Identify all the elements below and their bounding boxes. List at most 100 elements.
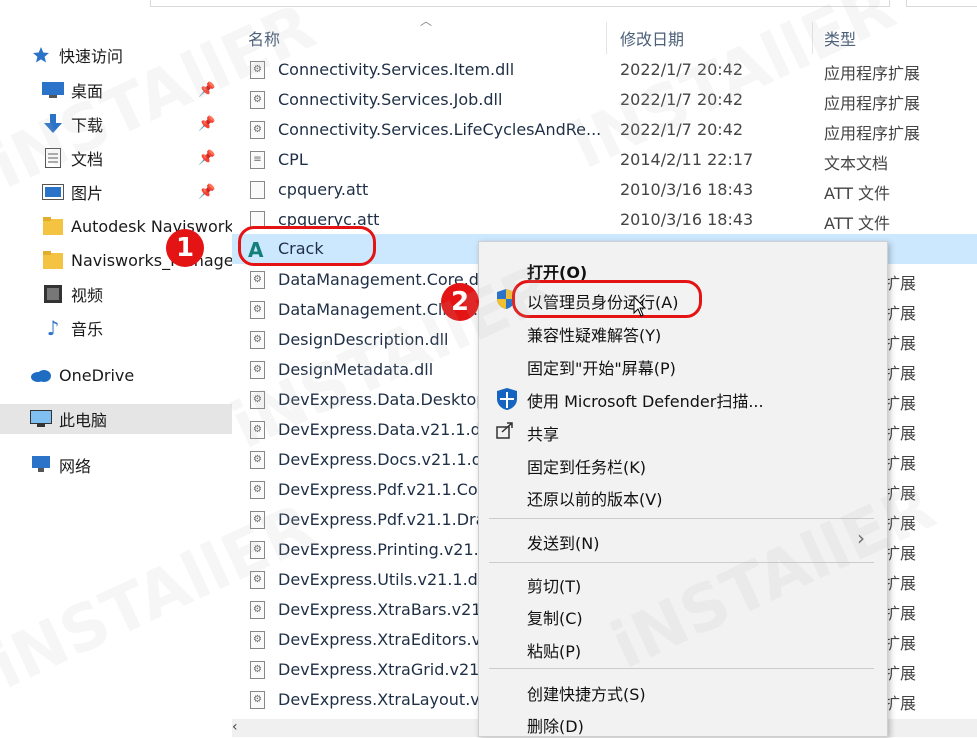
- menu-label: 固定到任务栏(K): [527, 458, 646, 477]
- download-icon: [42, 114, 64, 134]
- cloud-icon: [30, 365, 52, 385]
- dll-file-icon: ⚙: [250, 511, 265, 529]
- file-date: 2014/2/11 22:17: [620, 150, 754, 169]
- pin-icon[interactable]: 📌: [198, 116, 215, 132]
- file-type: 文本文档: [824, 154, 889, 173]
- menu-item-paste[interactable]: 粘贴(P): [479, 633, 889, 663]
- nav-videos[interactable]: 视频: [0, 279, 232, 309]
- file-row[interactable]: ⚙ Connectivity.Services.LifeCyclesAndRe..…: [232, 115, 977, 145]
- file-name: Connectivity.Services.Item.dll: [278, 60, 515, 79]
- nav-label: 文档: [71, 150, 104, 169]
- pin-icon[interactable]: 📌: [198, 150, 215, 166]
- dll-file-icon: ⚙: [250, 541, 265, 559]
- file-date: 2010/3/16 18:43: [620, 210, 754, 229]
- highlight-ring-run-as-admin: [512, 280, 702, 318]
- navigation-pane: 快速访问 桌面 📌 下载 📌 文档 📌 图片 📌 Autodesk Navisw…: [0, 8, 232, 737]
- menu-item-send-to[interactable]: 发送到(N) ›: [479, 525, 889, 555]
- nav-label: 桌面: [71, 82, 104, 101]
- top-toolbar-edge: [0, 0, 977, 8]
- nav-label: 音乐: [71, 320, 104, 339]
- menu-separator: [489, 562, 874, 563]
- menu-label: 固定到"开始"屏幕(P): [527, 359, 676, 378]
- file-type: ATT 文件: [824, 214, 891, 233]
- menu-label: 兼容性疑难解答(Y): [527, 326, 662, 345]
- scroll-left-icon[interactable]: ‹: [232, 719, 238, 735]
- menu-item-defender[interactable]: 使用 Microsoft Defender扫描...: [479, 383, 889, 413]
- nav-desktop[interactable]: 桌面 📌: [0, 75, 232, 105]
- file-name: DesignMetadata.dll: [278, 360, 434, 379]
- dll-file-icon: ⚙: [250, 691, 265, 709]
- menu-item-delete[interactable]: 删除(D): [479, 708, 889, 738]
- nav-label: 视频: [71, 286, 104, 305]
- nav-network[interactable]: 网络: [0, 450, 232, 480]
- nav-pictures[interactable]: 图片 📌: [0, 177, 232, 207]
- menu-item-pin-start[interactable]: 固定到"开始"屏幕(P): [479, 350, 889, 380]
- sort-ascending-icon: ︿: [420, 14, 433, 28]
- file-name: DevExpress.Utils.v21.1.dll: [278, 570, 487, 589]
- music-icon: ♪: [46, 316, 60, 340]
- star-icon: [30, 45, 52, 65]
- file-name: cpquery.att: [278, 180, 369, 199]
- nav-label: 图片: [71, 184, 104, 203]
- step-badge-2: 2: [441, 283, 479, 321]
- menu-label: 还原以前的版本(V): [527, 490, 663, 509]
- network-icon: [30, 455, 52, 475]
- menu-label: 使用 Microsoft Defender扫描...: [527, 392, 764, 411]
- menu-label: 粘贴(P): [527, 642, 582, 661]
- nav-documents[interactable]: 文档 📌: [0, 143, 232, 173]
- menu-item-share[interactable]: 共享: [479, 416, 889, 446]
- pin-icon[interactable]: 📌: [198, 82, 215, 98]
- dll-file-icon: ⚙: [250, 361, 265, 379]
- file-row[interactable]: ≡ CPL 2014/2/11 22:17 文本文档: [232, 145, 977, 175]
- nav-onedrive[interactable]: OneDrive: [0, 360, 232, 390]
- menu-item-cut[interactable]: 剪切(T): [479, 568, 889, 598]
- text-file-icon: ≡: [250, 151, 265, 169]
- nav-music[interactable]: ♪ 音乐: [0, 313, 232, 343]
- dll-file-icon: ⚙: [250, 331, 265, 349]
- column-header-type[interactable]: 类型: [824, 26, 856, 50]
- generic-file-icon: [250, 181, 265, 199]
- file-name: DevExpress.Docs.v21.1.dll: [278, 450, 491, 469]
- dll-file-icon: ⚙: [250, 421, 265, 439]
- menu-label: 删除(D): [527, 717, 584, 736]
- menu-item-compatibility[interactable]: 兼容性疑难解答(Y): [479, 317, 889, 347]
- menu-item-restore-versions[interactable]: 还原以前的版本(V): [479, 481, 889, 511]
- column-header-date[interactable]: 修改日期: [620, 26, 684, 50]
- menu-label: 发送到(N): [527, 534, 600, 553]
- dll-file-icon: ⚙: [250, 571, 265, 589]
- dll-file-icon: ⚙: [250, 91, 265, 109]
- nav-label: 下载: [71, 116, 104, 135]
- nav-downloads[interactable]: 下载 📌: [0, 109, 232, 139]
- address-bar[interactable]: [150, 0, 890, 7]
- column-divider[interactable]: [812, 22, 813, 54]
- file-row[interactable]: ⚙ Connectivity.Services.Job.dll 2022/1/7 2…: [232, 85, 977, 115]
- nav-quick-access[interactable]: 快速访问: [0, 40, 232, 70]
- pin-icon[interactable]: 📌: [198, 184, 215, 200]
- nav-label: 网络: [59, 457, 92, 476]
- column-divider[interactable]: [606, 22, 607, 54]
- dll-file-icon: ⚙: [250, 661, 265, 679]
- file-date: 2022/1/7 20:42: [620, 60, 744, 79]
- nav-label: Autodesk Navisworks Manage 2022: [71, 216, 232, 236]
- file-date: 2010/3/16 18:43: [620, 180, 754, 199]
- menu-item-copy[interactable]: 复制(C): [479, 600, 889, 630]
- file-name: DevExpress.Data.Desktop.dll: [278, 390, 511, 409]
- column-header-name[interactable]: 名称: [248, 26, 280, 50]
- file-type: ATT 文件: [824, 184, 891, 203]
- file-name: Connectivity.Services.Job.dll: [278, 90, 503, 109]
- menu-label: 剪切(T): [527, 577, 582, 596]
- menu-separator: [489, 668, 874, 669]
- nav-label: Navisworks_Manage: [71, 250, 232, 270]
- file-row[interactable]: ⚙ Connectivity.Services.Item.dll 2022/1/7 …: [232, 55, 977, 85]
- file-name: DesignDescription.dll: [278, 330, 449, 349]
- menu-item-create-shortcut[interactable]: 创建快捷方式(S): [479, 676, 889, 706]
- folder-icon: [42, 216, 64, 236]
- menu-item-pin-taskbar[interactable]: 固定到任务栏(K): [479, 449, 889, 479]
- search-box[interactable]: [906, 0, 977, 7]
- nav-this-pc[interactable]: 此电脑: [0, 404, 232, 434]
- file-row[interactable]: cpquery.att 2010/3/16 18:43 ATT 文件: [232, 175, 977, 205]
- menu-separator: [489, 518, 874, 519]
- picture-icon: [42, 182, 64, 202]
- mouse-cursor-icon: [633, 296, 647, 317]
- desktop-icon: [42, 80, 64, 100]
